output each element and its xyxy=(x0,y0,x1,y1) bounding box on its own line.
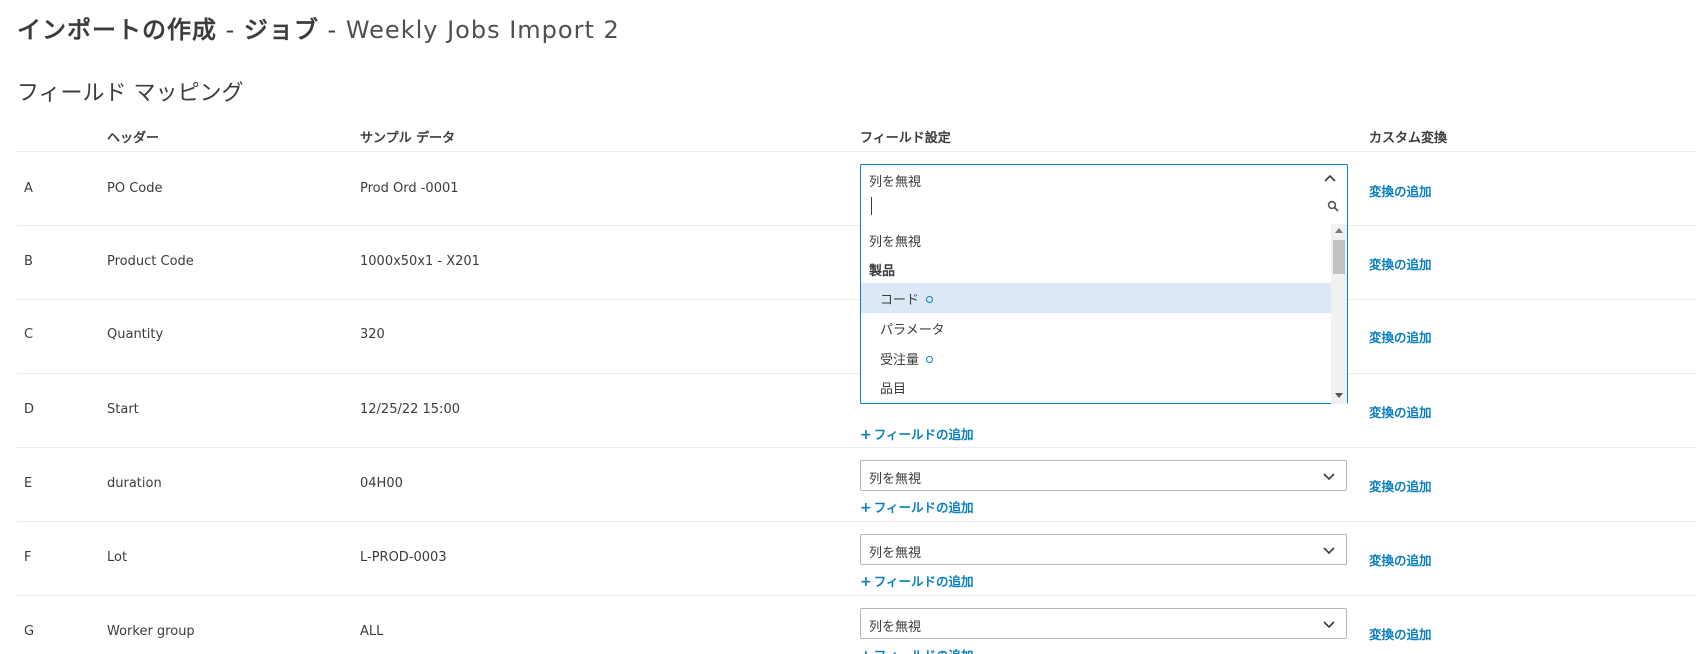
table-row: A PO Code Prod Ord -0001 変換の追加 xyxy=(17,151,1696,225)
field-select-dropdown-open[interactable]: 列を無視 列を無視 製品 コード パラメータ 受注量 品目 xyxy=(860,164,1348,404)
option-label: コード xyxy=(880,293,920,308)
field-select-value: 列を無視 xyxy=(869,472,922,487)
table-row: F Lot L-PROD-0003 列を無視 変換の追加 + フィールドの追加 xyxy=(17,521,1696,595)
row-letter: D xyxy=(24,402,35,417)
scrollbar-thumb[interactable] xyxy=(1333,240,1345,274)
field-select-value: 列を無視 xyxy=(869,175,922,190)
search-icon xyxy=(1327,200,1339,212)
row-letter: B xyxy=(24,254,33,269)
plus-icon: + xyxy=(860,500,872,516)
field-select-value: 列を無視 xyxy=(869,620,922,635)
add-field-link[interactable]: +フィールドの追加 xyxy=(860,645,974,654)
table-row: D Start 12/25/22 15:00 変換の追加 + フィールドの追加 xyxy=(17,373,1696,447)
add-transform-link[interactable]: 変換の追加 xyxy=(1369,550,1432,569)
dropdown-search-input[interactable] xyxy=(866,192,1341,220)
row-header: Worker group xyxy=(107,624,195,639)
add-field-label: フィールドの追加 xyxy=(874,648,974,654)
plus-icon: + xyxy=(860,648,872,654)
option-label: 列を無視 xyxy=(869,235,922,250)
row-header: Start xyxy=(107,402,139,417)
field-select-value: 列を無視 xyxy=(869,546,922,561)
title-separator: - xyxy=(217,16,244,44)
row-letter: A xyxy=(24,181,33,196)
dropdown-scrollbar[interactable] xyxy=(1331,224,1347,404)
chevron-down-icon xyxy=(1323,547,1335,555)
dropdown-group-product: 製品 xyxy=(861,253,1331,285)
page-title: インポートの作成 - ジョブ - Weekly Jobs Import 2 xyxy=(17,10,620,45)
row-header: duration xyxy=(107,476,162,491)
option-label: パラメータ xyxy=(880,323,945,338)
section-title-field-mapping: フィールド マッピング xyxy=(17,81,244,106)
import-page: インポートの作成 - ジョブ - Weekly Jobs Import 2 フィ… xyxy=(0,0,1696,654)
field-select[interactable]: 列を無視 xyxy=(860,534,1347,565)
table-row: G Worker group ALL 列を無視 変換の追加 +フィールドの追加 xyxy=(17,595,1696,654)
row-sample: 04H00 xyxy=(360,476,403,491)
plus-icon: + xyxy=(860,427,872,443)
scroll-up-arrow-icon[interactable] xyxy=(1335,228,1343,233)
plus-icon: + xyxy=(860,574,872,590)
table-row: B Product Code 1000x50x1 - X201 変換の追加 xyxy=(17,225,1696,299)
row-header: PO Code xyxy=(107,181,163,196)
required-indicator-icon xyxy=(926,296,934,303)
add-field-link[interactable]: +フィールドの追加 xyxy=(860,571,974,590)
row-header: Lot xyxy=(107,550,128,565)
add-transform-link[interactable]: 変換の追加 xyxy=(1369,181,1432,200)
add-field-link[interactable]: +フィールドの追加 xyxy=(860,424,974,443)
add-field-link[interactable]: +フィールドの追加 xyxy=(860,497,974,516)
row-sample: 320 xyxy=(360,327,385,342)
row-letter: G xyxy=(24,624,35,639)
chevron-down-icon xyxy=(1323,621,1335,629)
title-part-job: ジョブ xyxy=(243,16,319,44)
column-header-field-settings: フィールド設定 xyxy=(860,131,951,146)
title-separator: - xyxy=(318,16,346,44)
row-sample: 12/25/22 15:00 xyxy=(360,402,460,417)
row-sample: L-PROD-0003 xyxy=(360,550,447,565)
title-part-create: インポートの作成 xyxy=(17,16,217,44)
field-select[interactable]: 列を無視 xyxy=(860,460,1347,491)
row-letter: C xyxy=(24,327,34,342)
row-sample: ALL xyxy=(360,624,384,639)
row-header: Quantity xyxy=(107,327,164,342)
add-transform-link[interactable]: 変換の追加 xyxy=(1369,476,1432,495)
dropdown-search xyxy=(866,192,1341,220)
text-caret xyxy=(871,197,872,215)
table-row: E duration 04H00 列を無視 変換の追加 + フィールドの追加 xyxy=(17,447,1696,521)
add-transform-link[interactable]: 変換の追加 xyxy=(1369,624,1432,643)
scroll-down-arrow-icon[interactable] xyxy=(1335,393,1343,398)
option-label: 品目 xyxy=(880,382,907,397)
chevron-up-icon[interactable] xyxy=(1323,173,1337,185)
dropdown-option-ignore-column[interactable]: 列を無視 xyxy=(861,224,1331,256)
option-label: 受注量 xyxy=(880,353,920,368)
row-letter: F xyxy=(24,550,32,565)
row-header: Product Code xyxy=(107,254,194,269)
title-import-name: Weekly Jobs Import 2 xyxy=(345,16,620,44)
add-transform-link[interactable]: 変換の追加 xyxy=(1369,402,1432,421)
column-header-custom-transform: カスタム変換 xyxy=(1369,131,1448,146)
add-field-label: フィールドの追加 xyxy=(873,427,974,442)
group-label: 製品 xyxy=(869,264,896,279)
add-transform-link[interactable]: 変換の追加 xyxy=(1369,254,1432,273)
chevron-down-icon xyxy=(1323,473,1335,481)
table-header: ヘッダー サンプル データ フィールド設定 カスタム変換 xyxy=(17,124,1696,152)
required-indicator-icon xyxy=(926,356,934,363)
row-letter: E xyxy=(24,476,33,491)
add-field-label: フィールドの追加 xyxy=(873,500,974,515)
row-sample: Prod Ord -0001 xyxy=(360,181,459,196)
table-row: C Quantity 320 変換の追加 xyxy=(17,299,1696,373)
row-sample: 1000x50x1 - X201 xyxy=(360,254,480,269)
dropdown-option-code[interactable]: コード xyxy=(861,283,1331,313)
column-header-sample-data: サンプル データ xyxy=(360,131,456,146)
column-header-header: ヘッダー xyxy=(107,131,160,146)
dropdown-option-item[interactable]: 品目 xyxy=(861,371,1331,403)
add-transform-link[interactable]: 変換の追加 xyxy=(1369,327,1432,346)
dropdown-option-order-quantity[interactable]: 受注量 xyxy=(861,342,1331,374)
add-field-label: フィールドの追加 xyxy=(873,574,974,589)
dropdown-options-list: 列を無視 製品 コード パラメータ 受注量 品目 xyxy=(861,224,1331,404)
field-select[interactable]: 列を無視 xyxy=(860,608,1347,639)
dropdown-option-parameter[interactable]: パラメータ xyxy=(861,312,1331,344)
